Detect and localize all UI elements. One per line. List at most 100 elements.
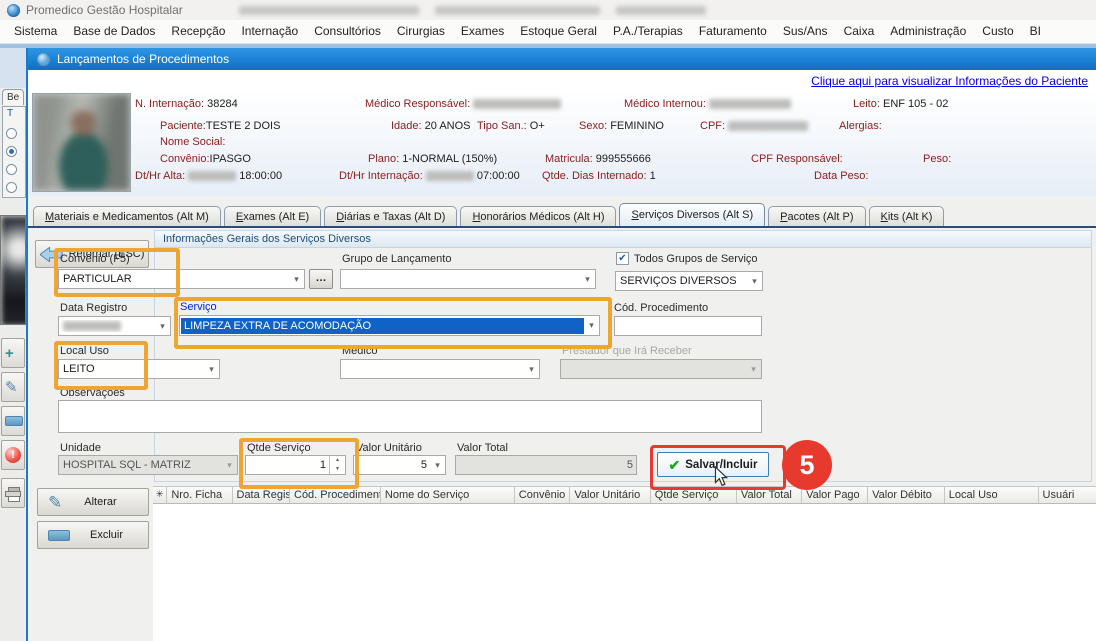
tab-materiais-medicamentos[interactable]: Materiais e Medicamentos (Alt M) [33,206,221,226]
tab-honorarios-medicos[interactable]: Honorários Médicos (Alt H) [460,206,616,226]
field-cpf: CPF: [700,120,808,132]
chevron-down-icon[interactable]: ▾ [524,364,539,375]
step-badge: 5 [782,440,832,490]
valor-total-field: 5 [455,455,637,475]
menu-bi[interactable]: BI [1022,20,1049,43]
window-icon [37,53,50,66]
app-icon [7,4,20,17]
todos-grupos-checkbox[interactable]: ✔ [616,252,629,265]
prestador-label: Prestador que Irá Receber [562,345,692,357]
col-nro-ficha[interactable]: Nro. Ficha [167,487,232,503]
radio-button[interactable] [6,164,17,175]
col-valor-total[interactable]: Valor Total [737,487,802,503]
radio-button[interactable] [6,128,17,139]
tab-panel-border [28,226,1096,228]
field-peso: Peso: [923,153,951,165]
col-valor-debito[interactable]: Valor Débito [868,487,945,503]
remove-button[interactable] [1,406,25,436]
data-registro-picker[interactable]: ▾ [58,316,171,336]
valor-unitario-combobox[interactable]: 5 ▾ [353,455,446,475]
redacted-value [426,171,474,181]
spin-down-icon[interactable]: ▼ [330,465,345,474]
menu-faturamento[interactable]: Faturamento [691,20,775,43]
excluir-button[interactable]: Excluir [37,521,149,549]
servicos-diversos-panel: Retornar (ESC) ✎ Alterar Excluir Informa… [28,228,1096,641]
qtde-servico-label: Qtde Serviço [247,442,311,454]
col-qtde-servico[interactable]: Qtde Serviço [651,487,737,503]
cod-procedimento-input[interactable] [614,316,762,336]
convenio-combobox[interactable]: PARTICULAR ▾ [58,269,305,289]
menu-estoque-geral[interactable]: Estoque Geral [512,20,605,43]
menu-consultorios[interactable]: Consultórios [306,20,389,43]
chevron-down-icon[interactable]: ▾ [584,320,599,331]
col-convenio[interactable]: Convênio [515,487,571,503]
printer-icon [5,487,21,500]
field-dthr-internacao: Dt/Hr Internação: 07:00:00 [339,170,520,182]
chevron-down-icon[interactable]: ▾ [289,274,304,285]
col-nome-servico[interactable]: Nome do Serviço [381,487,515,503]
spin-up-icon[interactable]: ▲ [330,456,345,465]
col-data-regist[interactable]: Data Regist [233,487,291,503]
medico-combobox[interactable]: ▾ [340,359,540,379]
grupo-servico-combobox[interactable]: SERVIÇOS DIVERSOS ▾ [615,271,763,291]
menu-sus-ans[interactable]: Sus/Ans [775,20,836,43]
menu-internacao[interactable]: Internação [233,20,306,43]
menu-caixa[interactable]: Caixa [836,20,883,43]
field-alergias: Alergias: [839,120,882,132]
menu-sistema[interactable]: Sistema [6,20,65,43]
edit-button[interactable]: ✎ [1,372,25,402]
group-title: Informações Gerais dos Serviços Diversos [155,231,1091,248]
window-titlebar[interactable]: Lançamentos de Procedimentos [28,48,1096,70]
menu-pa-terapias[interactable]: P.A./Terapias [605,20,691,43]
menu-administracao[interactable]: Administração [882,20,974,43]
convenio-lookup-button[interactable]: … [309,269,333,289]
menu-custo[interactable]: Custo [974,20,1021,43]
checkmark-icon: ✔ [669,458,681,472]
grupo-lancamento-combobox[interactable]: ▾ [340,269,596,289]
observacoes-label: Observações [60,387,125,399]
print-button[interactable] [1,478,25,508]
menu-base-de-dados[interactable]: Base de Dados [65,20,163,43]
tab-pacotes[interactable]: Pacotes (Alt P) [768,206,865,226]
ellipsis-icon: … [316,272,327,284]
local-uso-combobox[interactable]: LEITO ▾ [58,359,220,379]
chevron-down-icon[interactable]: ▾ [204,364,219,375]
background-window-fragment: Be T + ✎ ! [0,88,26,641]
radio-button[interactable] [6,182,17,193]
local-uso-label: Local Uso [60,345,109,357]
tab-diarias-taxas[interactable]: Diárias e Taxas (Alt D) [324,206,457,226]
tab-kits[interactable]: Kits (Alt K) [869,206,945,226]
col-usuario[interactable]: Usuári [1039,487,1096,503]
menu-cirurgias[interactable]: Cirurgias [389,20,453,43]
radio-button-selected[interactable] [6,146,17,157]
convenio-f5-label: Convênio (F5) [60,253,130,265]
qtde-servico-stepper[interactable]: 1 ▲ ▼ [245,455,346,475]
add-button[interactable]: + [1,338,25,368]
tab-exames[interactable]: Exames (Alt E) [224,206,321,226]
tab-servicos-diversos[interactable]: Serviços Diversos (Alt S) [619,203,765,226]
data-registro-label: Data Registro [60,302,127,314]
chevron-down-icon[interactable]: ▾ [747,276,762,287]
chevron-down-icon: ▾ [222,460,237,471]
salvar-incluir-button[interactable]: ✔ Salvar/Incluir [657,452,769,477]
field-dthr-alta: Dt/Hr Alta: 18:00:00 [135,170,282,182]
table-body[interactable] [153,504,1096,641]
background-tab[interactable]: Be [2,89,24,105]
col-local-uso[interactable]: Local Uso [945,487,1039,503]
redacted-value [709,99,791,109]
chevron-down-icon[interactable]: ▾ [155,321,170,332]
alert-button[interactable]: ! [1,440,25,470]
servico-combobox[interactable]: LIMPEZA EXTRA DE ACOMODAÇÃO ▾ [179,315,600,336]
menu-exames[interactable]: Exames [453,20,512,43]
alterar-button[interactable]: ✎ Alterar [37,488,149,516]
valor-total-label: Valor Total [457,442,508,454]
chevron-down-icon[interactable]: ▾ [580,274,595,285]
field-idade: Idade: 20 ANOS [391,120,471,132]
col-valor-unitario[interactable]: Valor Unitário [570,487,650,503]
patient-info-link[interactable]: Clique aqui para visualizar Informações … [811,74,1088,88]
chevron-down-icon[interactable]: ▾ [430,460,445,471]
observacoes-textarea[interactable] [58,400,762,433]
menu-recepcao[interactable]: Recepção [163,20,233,43]
window-title: Lançamentos de Procedimentos [57,52,229,66]
col-cod-procediment[interactable]: Cód. Procediment [290,487,381,503]
